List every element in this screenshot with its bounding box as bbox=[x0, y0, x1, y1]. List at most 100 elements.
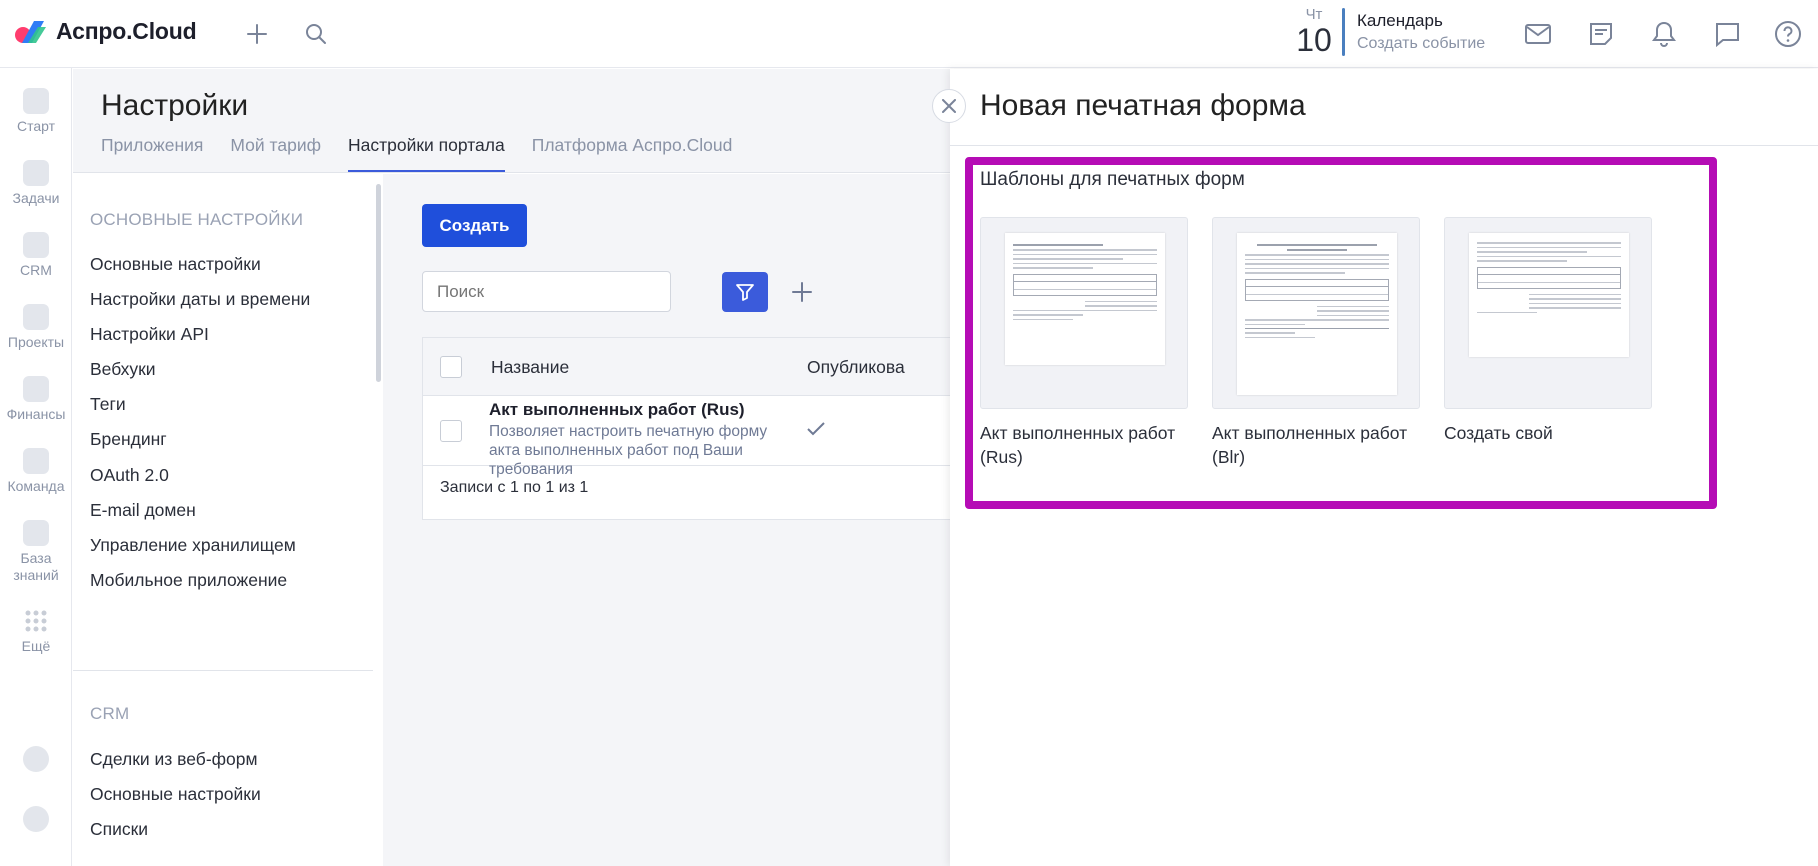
column-header-name[interactable]: Название bbox=[491, 357, 569, 378]
settings-header: Настройки Приложения Мой тариф Настройки… bbox=[73, 69, 950, 173]
new-print-form-drawer: Новая печатная форма Шаблоны для печатны… bbox=[950, 69, 1818, 866]
bell-icon[interactable] bbox=[1650, 20, 1678, 48]
row-description: Позволяет настроить печатную форму акта … bbox=[489, 423, 768, 478]
template-card-act-rus[interactable]: Акт выполненных работ (Rus) bbox=[980, 217, 1188, 469]
document-preview-icon bbox=[1005, 233, 1165, 365]
template-label: Создать свой bbox=[1444, 423, 1553, 443]
calendar-divider bbox=[1342, 8, 1345, 56]
drawer-close-button[interactable] bbox=[932, 89, 966, 123]
rail-item-more[interactable]: Ещё bbox=[0, 608, 72, 654]
plus-icon bbox=[792, 282, 812, 302]
rail-item-tasks[interactable]: Задачи bbox=[0, 160, 72, 206]
menu-item-email-domain[interactable]: E-mail домен bbox=[90, 500, 196, 521]
menu-item-datetime[interactable]: Настройки даты и времени bbox=[90, 289, 310, 310]
app-logo[interactable]: Аспро.Cloud bbox=[14, 18, 197, 45]
template-card-act-blr[interactable]: Акт выполненных работ (Blr) bbox=[1212, 217, 1420, 469]
calendar-widget[interactable]: Чт 10 Календарь Создать событие bbox=[1290, 6, 1485, 58]
menu-item-lists[interactable]: Списки bbox=[90, 819, 148, 840]
template-card-create-own[interactable]: Создать свой bbox=[1444, 217, 1652, 445]
select-all-checkbox[interactable] bbox=[440, 356, 462, 378]
settings-gear-icon[interactable] bbox=[0, 806, 72, 836]
menu-item-storage[interactable]: Управление хранилищем bbox=[90, 535, 296, 556]
column-header-published[interactable]: Опубликова bbox=[807, 357, 905, 378]
page-title: Настройки bbox=[101, 89, 249, 122]
table-row[interactable]: Акт выполненных работ (Rus) Позволяет на… bbox=[423, 396, 950, 478]
rail-item-finance[interactable]: Финансы bbox=[0, 376, 72, 422]
create-event-link[interactable]: Создать событие bbox=[1357, 35, 1485, 53]
filter-icon bbox=[736, 284, 754, 301]
rail-label-crm: CRM bbox=[20, 262, 52, 278]
calendar-title[interactable]: Календарь bbox=[1357, 11, 1485, 31]
rail-item-knowledge[interactable]: База знаний bbox=[0, 520, 72, 584]
rail-label-knowledge: База знаний bbox=[13, 550, 59, 583]
menu-section-main: ОСНОВНЫЕ НАСТРОЙКИ bbox=[90, 210, 304, 229]
team-icon bbox=[23, 448, 49, 474]
rail-item-team[interactable]: Команда bbox=[0, 448, 72, 494]
rail-label-team: Команда bbox=[7, 478, 65, 494]
notes-icon[interactable] bbox=[1587, 20, 1615, 48]
row-title[interactable]: Акт выполненных работ (Rus) bbox=[489, 400, 745, 420]
mail-icon[interactable] bbox=[1524, 20, 1552, 48]
rail-label-finance: Финансы bbox=[6, 406, 66, 422]
document-preview-icon bbox=[1469, 233, 1629, 357]
partner-logo-icon bbox=[23, 746, 49, 772]
menu-scrollbar[interactable] bbox=[376, 184, 381, 382]
template-label: Акт выполненных работ (Blr) bbox=[1212, 423, 1408, 467]
heart-icon bbox=[23, 88, 49, 114]
knowledge-icon bbox=[23, 520, 49, 546]
menu-item-api[interactable]: Настройки API bbox=[90, 324, 209, 345]
add-filter-button[interactable] bbox=[787, 277, 817, 307]
menu-item-tags[interactable]: Теги bbox=[90, 394, 126, 415]
table-footer: Записи с 1 по 1 из 1 bbox=[440, 479, 589, 496]
menu-section-crm: CRM bbox=[90, 704, 130, 723]
drawer-divider bbox=[950, 145, 1818, 146]
rail-label-projects: Проекты bbox=[7, 334, 65, 350]
rail-item-projects[interactable]: Проекты bbox=[0, 304, 72, 350]
logo-text: Аспро.Cloud bbox=[56, 18, 197, 44]
rail-label-start: Старт bbox=[16, 118, 56, 134]
row-checkbox[interactable] bbox=[440, 420, 462, 442]
search-input[interactable] bbox=[422, 271, 671, 312]
content-area: Создать Название Опубликова Акт выполнен… bbox=[383, 174, 950, 866]
published-check-icon bbox=[807, 416, 825, 442]
tab-applications[interactable]: Приложения bbox=[101, 135, 203, 172]
menu-item-branding[interactable]: Брендинг bbox=[90, 429, 167, 450]
menu-item-crm-main-settings[interactable]: Основные настройки bbox=[90, 784, 261, 805]
tab-portal-settings[interactable]: Настройки портала bbox=[348, 135, 505, 172]
rail-item-crm[interactable]: CRM bbox=[0, 232, 72, 278]
gear-icon bbox=[23, 806, 49, 832]
filter-button[interactable] bbox=[722, 272, 768, 312]
calendar-date: Чт 10 bbox=[1290, 6, 1338, 58]
template-label: Акт выполненных работ (Rus) bbox=[980, 423, 1176, 467]
grid-dots-icon bbox=[23, 608, 49, 634]
rail-label-more: Ещё bbox=[21, 638, 51, 654]
menu-item-webhooks[interactable]: Вебхуки bbox=[90, 359, 156, 380]
menu-item-mobile-app[interactable]: Мобильное приложение bbox=[90, 570, 287, 591]
tab-platform[interactable]: Платформа Аспро.Cloud bbox=[532, 135, 733, 172]
templates-heading: Шаблоны для печатных форм bbox=[980, 169, 1245, 190]
close-icon bbox=[942, 99, 956, 113]
left-rail: Старт Задачи CRM Проекты Финансы Команда… bbox=[0, 68, 72, 866]
finance-icon bbox=[23, 376, 49, 402]
partner-icon[interactable] bbox=[0, 746, 72, 776]
check-icon bbox=[23, 160, 49, 186]
rail-item-start[interactable]: Старт bbox=[0, 88, 72, 134]
calendar-day-number: 10 bbox=[1296, 22, 1332, 58]
search-icon[interactable] bbox=[302, 20, 330, 48]
help-icon[interactable] bbox=[1774, 20, 1802, 48]
settings-tabs: Приложения Мой тариф Настройки портала П… bbox=[101, 135, 759, 172]
document-preview-icon bbox=[1237, 233, 1397, 395]
rail-label-tasks: Задачи bbox=[12, 190, 60, 206]
tab-my-plan[interactable]: Мой тариф bbox=[230, 135, 321, 172]
chat-icon[interactable] bbox=[1713, 20, 1741, 48]
create-button[interactable]: Создать bbox=[422, 204, 527, 247]
calendar-day-of-week: Чт bbox=[1305, 6, 1323, 23]
menu-item-webform-deals[interactable]: Сделки из веб-форм bbox=[90, 749, 258, 770]
logo-mark-icon bbox=[14, 19, 48, 45]
menu-item-oauth[interactable]: OAuth 2.0 bbox=[90, 465, 169, 486]
template-thumbnail bbox=[1444, 217, 1652, 409]
template-thumbnail bbox=[980, 217, 1188, 409]
forms-table: Название Опубликова Акт выполненных рабо… bbox=[422, 337, 950, 520]
menu-item-main-settings[interactable]: Основные настройки bbox=[90, 254, 261, 275]
add-icon[interactable] bbox=[243, 20, 271, 48]
